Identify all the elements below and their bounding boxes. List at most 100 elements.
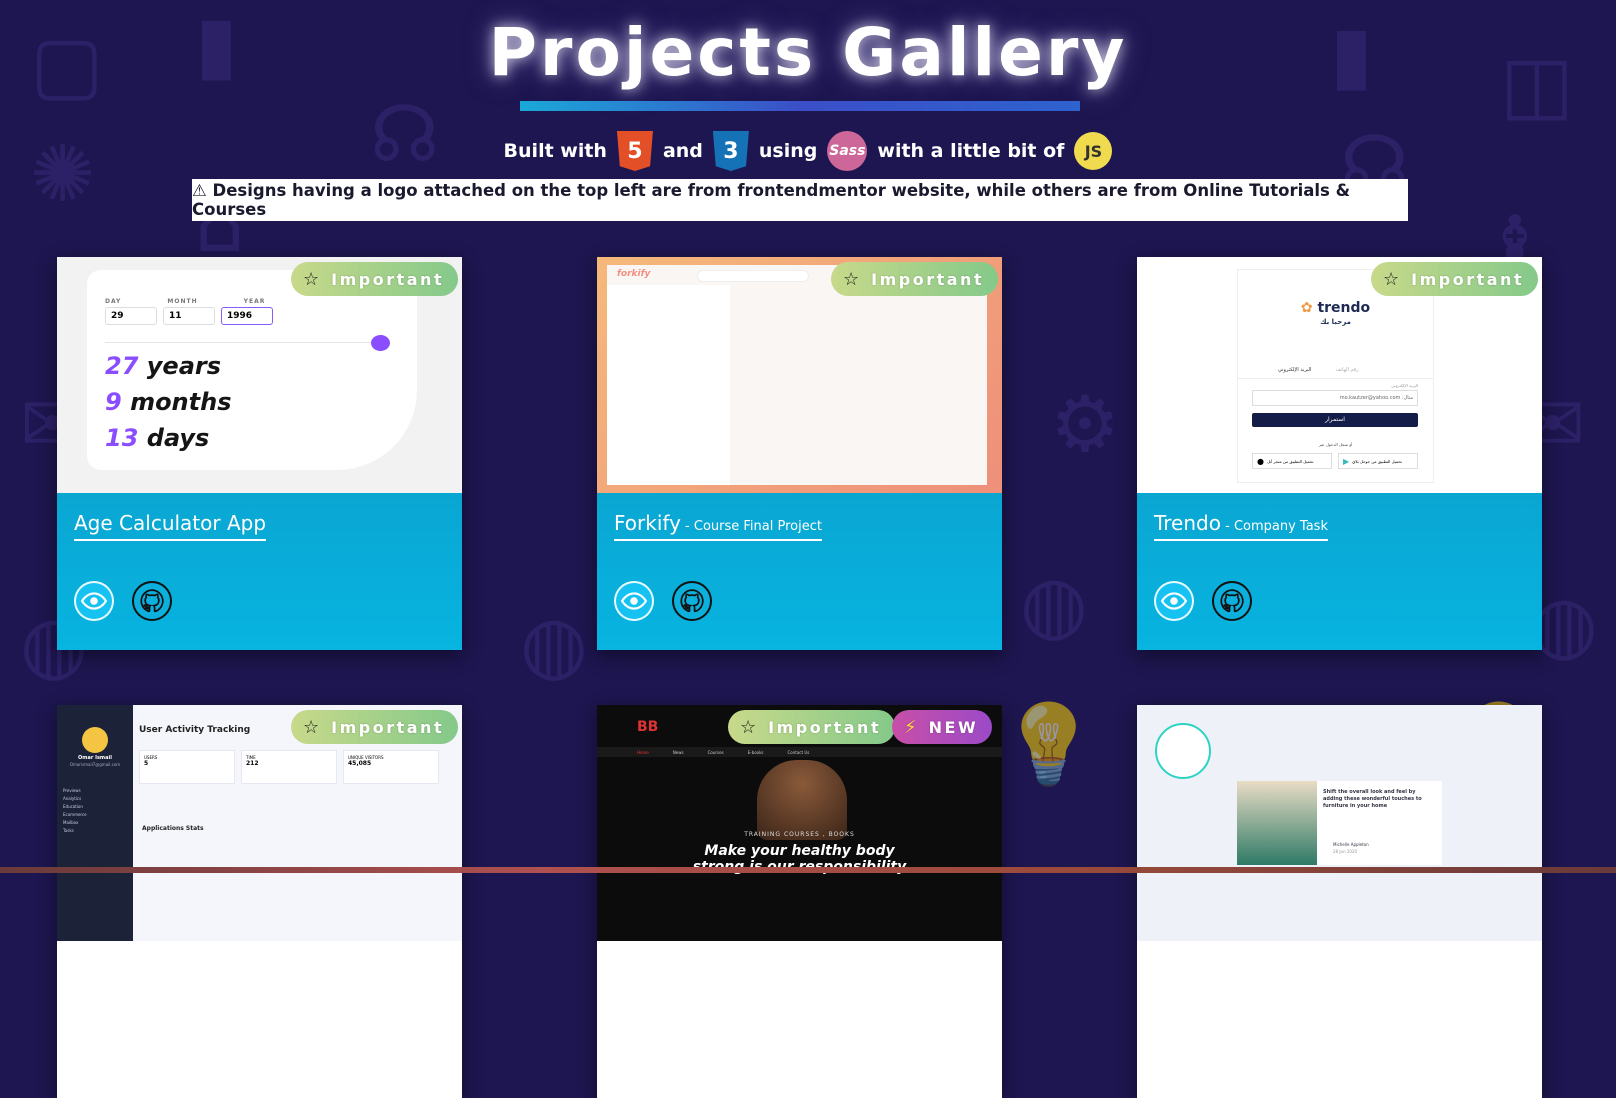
star-icon: ☆ bbox=[1383, 268, 1400, 290]
important-badge: ☆ Important bbox=[1371, 262, 1539, 296]
built-with-label: Built with bbox=[503, 140, 607, 162]
submit-arrow-button[interactable] bbox=[371, 335, 390, 351]
github-button[interactable] bbox=[672, 581, 712, 621]
article-image bbox=[1237, 781, 1317, 865]
eye-icon bbox=[81, 592, 107, 610]
github-icon bbox=[680, 589, 704, 613]
important-label: Important bbox=[768, 717, 882, 737]
info-notice: ⚠ Designs having a logo attached on the … bbox=[192, 179, 1408, 221]
google-play-button[interactable]: ▶ تحميل التطبيق من جوجل بلاي bbox=[1338, 453, 1418, 469]
day-input[interactable]: 29 bbox=[105, 307, 157, 325]
card-title-text: Trendo bbox=[1154, 511, 1221, 535]
star-icon: ☆ bbox=[303, 268, 320, 290]
day-label: DAY bbox=[105, 298, 122, 305]
title-underline bbox=[520, 101, 1080, 111]
tab-phone[interactable]: رقم الهاتف bbox=[1336, 367, 1359, 373]
frontendmentor-logo bbox=[1155, 723, 1211, 779]
avatar bbox=[82, 727, 108, 753]
nav-news[interactable]: News bbox=[673, 750, 684, 755]
card-subtitle: - Company Task bbox=[1220, 519, 1328, 534]
forkify-logo: forkify bbox=[617, 269, 651, 279]
lightning-icon: ⚡ bbox=[904, 716, 917, 738]
card-title-text: Age Calculator App bbox=[74, 511, 267, 535]
month-input[interactable]: 11 bbox=[163, 307, 215, 325]
stat-card: UNIQUE VISITORS 45,085 bbox=[343, 750, 439, 784]
html5-icon: 5 bbox=[616, 131, 653, 171]
sidebar-user-name: Omar Ismail bbox=[78, 755, 112, 761]
year-label: YEAR bbox=[243, 298, 266, 305]
sidebar-item-analytics[interactable]: Analytics bbox=[63, 795, 87, 803]
card-info: Forkify - Course Final Project bbox=[597, 493, 1002, 650]
star-icon: ☆ bbox=[740, 716, 757, 738]
star-icon: ☆ bbox=[843, 268, 860, 290]
sidebar-item-ecommerce[interactable]: Ecommerce bbox=[63, 811, 87, 819]
sidebar-item-previews[interactable]: Previews bbox=[63, 787, 87, 795]
apple-store-button[interactable]: ● تحميل التطبيق من متجر أبل bbox=[1252, 453, 1332, 469]
important-badge: ☆ Important bbox=[831, 262, 999, 296]
email-field[interactable]: mo.kautzer@yahoo.com :مثال bbox=[1252, 390, 1418, 406]
stat-value: 45,085 bbox=[348, 760, 372, 767]
card-subtitle: - Course Final Project bbox=[680, 519, 822, 534]
month-label: MONTH bbox=[167, 298, 198, 305]
project-thumbnail[interactable]: Shift the overall look and feel by addin… bbox=[1137, 705, 1542, 941]
play-icon: ▶ bbox=[1343, 456, 1350, 466]
project-card-age-calculator[interactable]: DAY MONTH YEAR 29 11 1996 27 years 9 mon… bbox=[57, 257, 462, 650]
hero-headline: Make your healthy body bbox=[704, 843, 895, 859]
sidebar-item-tasks[interactable]: Tasks bbox=[63, 827, 87, 835]
nav-courses[interactable]: Courses bbox=[708, 750, 724, 755]
new-badge: ⚡ NEW bbox=[892, 710, 993, 744]
article-date: 28 Jun 2020 bbox=[1333, 849, 1358, 854]
card-info: Age Calculator App bbox=[57, 493, 462, 650]
github-icon bbox=[1220, 589, 1244, 613]
project-card-trendo[interactable]: ✿ trendo مرحبا بك البريد الإلكتروني رقم … bbox=[1137, 257, 1542, 650]
eye-icon bbox=[621, 592, 647, 610]
important-label: Important bbox=[1411, 269, 1525, 289]
live-preview-button[interactable] bbox=[614, 581, 654, 621]
using-label: using bbox=[758, 140, 818, 162]
days-value: 13 bbox=[105, 424, 139, 452]
little-bit-label: with a little bit of bbox=[877, 140, 1065, 162]
sidebar-item-education[interactable]: Education bbox=[63, 803, 87, 811]
card-title[interactable]: Age Calculator App bbox=[74, 511, 267, 541]
years-unit: years bbox=[146, 352, 222, 380]
year-input[interactable]: 1996 bbox=[221, 307, 273, 325]
nav-ebooks[interactable]: E-books bbox=[748, 750, 764, 755]
search-input[interactable] bbox=[697, 270, 809, 282]
section-title: Applications Stats bbox=[142, 825, 204, 832]
important-label: Important bbox=[331, 717, 445, 737]
hero-figure bbox=[757, 760, 847, 840]
fitness-logo: BB bbox=[637, 719, 659, 735]
github-button[interactable] bbox=[1212, 581, 1252, 621]
email-field-label: البريد الإلكتروني bbox=[1391, 383, 1418, 388]
tab-email[interactable]: البريد الإلكتروني bbox=[1278, 367, 1312, 373]
card-info: Trendo - Company Task bbox=[1137, 493, 1542, 650]
nav-contact[interactable]: Contact Us bbox=[788, 750, 810, 755]
card-title-text: Forkify bbox=[614, 511, 681, 535]
nav-home[interactable]: Home bbox=[637, 750, 649, 755]
and-label: and bbox=[662, 140, 703, 162]
trendo-logo-icon: ✿ bbox=[1300, 300, 1313, 316]
project-card-fitness[interactable]: BB Home News Courses E-books Contact Us … bbox=[597, 705, 1002, 1098]
github-button[interactable] bbox=[132, 581, 172, 621]
project-card-dashboard[interactable]: Omar Ismail Omarismail7@gmail.com Previe… bbox=[57, 705, 462, 1098]
important-label: Important bbox=[871, 269, 985, 289]
trendo-logo: trendo bbox=[1317, 300, 1371, 316]
built-with-line: Built with 5 and 3 using Sass with a lit… bbox=[0, 128, 1616, 174]
live-preview-button[interactable] bbox=[1154, 581, 1194, 621]
important-label: Important bbox=[331, 269, 445, 289]
project-card-forkify[interactable]: forkify ☆ Important Forkify - Course Fin… bbox=[597, 257, 1002, 650]
sass-icon: Sass bbox=[827, 131, 868, 171]
card-title[interactable]: Trendo - Company Task bbox=[1154, 511, 1328, 541]
article-author: Michelle Appleton bbox=[1333, 842, 1369, 847]
hero-kicker: TRAINING COURSES , BOOKS bbox=[744, 831, 855, 838]
continue-button[interactable]: استمرار bbox=[1252, 413, 1418, 427]
github-icon bbox=[140, 589, 164, 613]
or-login-text: أو سجل الدخول عبر bbox=[1318, 442, 1353, 447]
apple-store-label: تحميل التطبيق من متجر أبل bbox=[1266, 458, 1314, 464]
sidebar-user-email: Omarismail7@gmail.com bbox=[69, 762, 121, 767]
card-title[interactable]: Forkify - Course Final Project bbox=[614, 511, 822, 541]
live-preview-button[interactable] bbox=[74, 581, 114, 621]
sidebar-item-mailbox[interactable]: Mailbox bbox=[63, 819, 87, 827]
project-card-article-preview[interactable]: Shift the overall look and feel by addin… bbox=[1137, 705, 1542, 1098]
stat-card: USERS 5 bbox=[139, 750, 235, 784]
